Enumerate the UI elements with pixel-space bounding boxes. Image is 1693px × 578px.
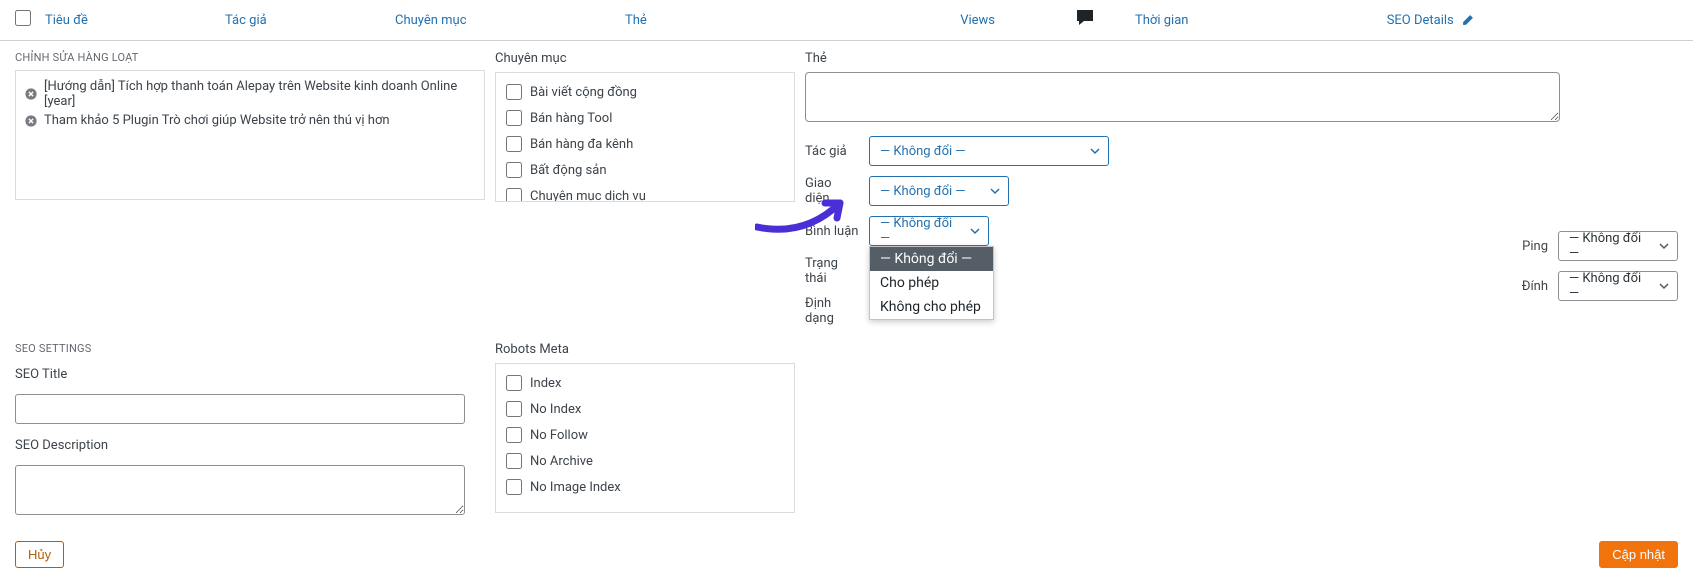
seo-title-input[interactable]	[15, 394, 465, 424]
comment-icon	[1075, 8, 1095, 24]
seo-settings-section: SEO SETTINGS SEO Title SEO Description	[15, 342, 485, 519]
seo-desc-label: SEO Description	[15, 438, 485, 453]
categories-section: Chuyên mục Bài viết cộng đồng Bán hàng T…	[495, 51, 795, 326]
robots-checkbox[interactable]	[506, 427, 522, 443]
col-author[interactable]: Tác giả	[225, 13, 395, 28]
author-select-value: — Không đổi —	[880, 144, 966, 159]
select-all-checkbox[interactable]	[15, 10, 31, 26]
seo-title-label: SEO Title	[15, 367, 485, 382]
pencil-icon	[1461, 13, 1475, 27]
tags-label: Thẻ	[805, 51, 1678, 66]
sticky-select[interactable]: — Không đổi —	[1558, 271, 1678, 301]
category-option[interactable]: Chuyên mục dịch vụ	[504, 183, 786, 202]
author-select[interactable]: — Không đổi —	[869, 136, 1109, 166]
chevron-down-icon	[1659, 281, 1669, 291]
footer: Hủy Cập nhật	[0, 529, 1693, 578]
seo-settings-heading: SEO SETTINGS	[15, 342, 485, 355]
col-time[interactable]: Thời gian	[1135, 13, 1355, 28]
bulk-edit-heading: CHỈNH SỬA HÀNG LOẠT	[15, 51, 485, 64]
ping-label: Ping	[1522, 239, 1548, 254]
ping-select[interactable]: — Không đổi —	[1558, 231, 1678, 261]
chevron-down-icon	[1090, 146, 1100, 156]
col-comments[interactable]	[1035, 8, 1135, 32]
col-seo-details[interactable]: SEO Details	[1355, 13, 1485, 28]
template-label: Giao diện	[805, 176, 859, 206]
bulk-edit-panel: CHỈNH SỬA HÀNG LOẠT [Hướng dẫn] Tích hợp…	[0, 41, 1693, 326]
tags-input[interactable]	[805, 72, 1560, 122]
comments-option-disallow[interactable]: Không cho phép	[870, 295, 993, 319]
format-label: Định dạng	[805, 296, 859, 326]
category-option[interactable]: Bán hàng Tool	[504, 105, 786, 131]
status-label: Trạng thái	[805, 256, 859, 286]
col-title[interactable]: Tiêu đề	[45, 13, 225, 28]
col-tag[interactable]: Thẻ	[625, 13, 885, 28]
robots-option[interactable]: No Index	[504, 396, 786, 422]
robots-option[interactable]: No Follow	[504, 422, 786, 448]
robots-option[interactable]: No Image Index	[504, 474, 786, 500]
robots-listbox[interactable]: Index No Index No Follow No Archive No I…	[495, 363, 795, 513]
table-header: Tiêu đề Tác giả Chuyên mục Thẻ Views Thờ…	[0, 0, 1693, 41]
comments-dropdown-menu: — Không đổi — Cho phép Không cho phép	[869, 246, 994, 320]
sticky-label: Đính	[1522, 279, 1548, 294]
category-checkbox[interactable]	[506, 136, 522, 152]
seo-row: SEO SETTINGS SEO Title SEO Description R…	[0, 326, 1693, 529]
bulk-posts-listbox[interactable]: [Hướng dẫn] Tích hợp thanh toán Alepay t…	[15, 70, 485, 200]
col-category[interactable]: Chuyên mục	[395, 13, 625, 28]
robots-checkbox[interactable]	[506, 401, 522, 417]
sticky-select-value: — Không đổi —	[1569, 271, 1649, 301]
author-label: Tác giả	[805, 144, 859, 159]
chevron-down-icon	[1659, 241, 1669, 251]
robots-option[interactable]: Index	[504, 370, 786, 396]
update-button[interactable]: Cập nhật	[1599, 541, 1678, 568]
category-option[interactable]: Bài viết cộng đồng	[504, 79, 786, 105]
chevron-down-icon	[970, 226, 980, 236]
robots-meta-section: Robots Meta Index No Index No Follow No …	[495, 342, 795, 519]
ping-select-value: — Không đổi —	[1569, 231, 1649, 261]
category-option[interactable]: Bán hàng đa kênh	[504, 131, 786, 157]
categories-label: Chuyên mục	[495, 51, 795, 66]
robots-checkbox[interactable]	[506, 479, 522, 495]
author-field-row: Tác giả — Không đổi —	[805, 136, 1678, 166]
robots-checkbox[interactable]	[506, 375, 522, 391]
category-checkbox[interactable]	[506, 84, 522, 100]
list-item-title: [Hướng dẫn] Tích hợp thanh toán Alepay t…	[44, 79, 476, 109]
template-select[interactable]: — Không đổi —	[869, 176, 1009, 206]
list-item: [Hướng dẫn] Tích hợp thanh toán Alepay t…	[24, 77, 476, 111]
remove-icon[interactable]	[24, 87, 38, 101]
chevron-down-icon	[990, 186, 1000, 196]
comments-select[interactable]: — Không đổi —	[869, 216, 989, 246]
category-checkbox[interactable]	[506, 110, 522, 126]
sticky-field-row: Đính — Không đổi —	[1522, 271, 1678, 301]
ping-field-row: Ping — Không đổi —	[1522, 231, 1678, 261]
categories-listbox[interactable]: Bài viết cộng đồng Bán hàng Tool Bán hàn…	[495, 72, 795, 202]
right-fields: Ping — Không đổi — Đính — Không đổi —	[1522, 231, 1678, 301]
comments-option-unchanged[interactable]: — Không đổi —	[870, 247, 993, 271]
category-option[interactable]: Bất động sản	[504, 157, 786, 183]
comments-option-allow[interactable]: Cho phép	[870, 271, 993, 295]
robots-checkbox[interactable]	[506, 453, 522, 469]
template-select-value: — Không đổi —	[880, 184, 966, 199]
comments-select-value: — Không đổi —	[880, 216, 960, 246]
category-checkbox[interactable]	[506, 188, 522, 202]
cancel-button[interactable]: Hủy	[15, 541, 64, 568]
remove-icon[interactable]	[24, 114, 38, 128]
list-item: Tham khảo 5 Plugin Trò chơi giúp Website…	[24, 111, 476, 130]
seo-desc-input[interactable]	[15, 465, 465, 515]
seo-details-label: SEO Details	[1387, 13, 1454, 28]
robots-meta-label: Robots Meta	[495, 342, 795, 357]
bulk-posts-section: CHỈNH SỬA HÀNG LOẠT [Hướng dẫn] Tích hợp…	[15, 51, 485, 326]
list-item-title: Tham khảo 5 Plugin Trò chơi giúp Website…	[44, 113, 390, 128]
robots-option[interactable]: No Archive	[504, 448, 786, 474]
comments-label: Bình luận	[805, 224, 859, 239]
col-views[interactable]: Views	[885, 13, 1035, 28]
template-field-row: Giao diện — Không đổi —	[805, 176, 1678, 206]
category-checkbox[interactable]	[506, 162, 522, 178]
